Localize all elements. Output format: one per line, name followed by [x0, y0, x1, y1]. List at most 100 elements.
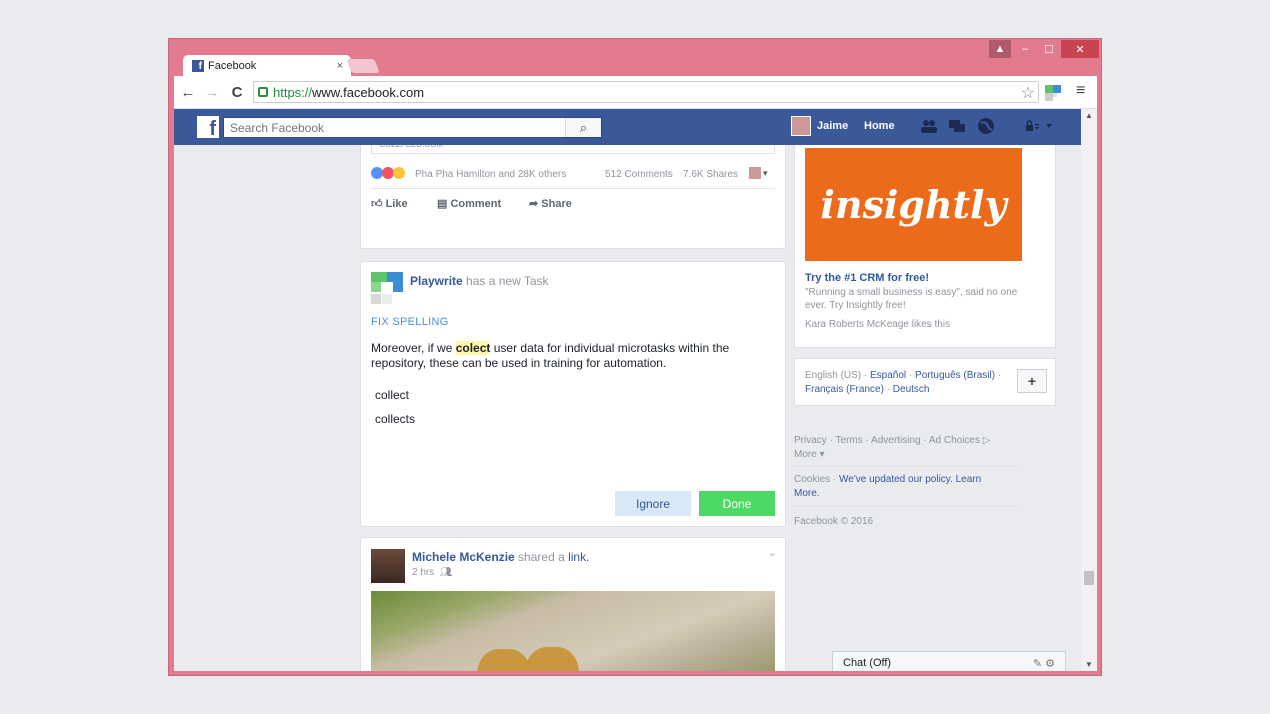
author-name[interactable]: Michele McKenzie: [412, 550, 515, 564]
bookmark-star-icon[interactable]: ☆: [1021, 83, 1035, 103]
share-label: Share: [541, 198, 572, 210]
task-card: Playwrite has a new Task FIX SPELLING Mo…: [360, 261, 786, 527]
browser-tab[interactable]: f Facebook ×: [183, 55, 351, 77]
ad-image[interactable]: insightly: [805, 148, 1022, 261]
scroll-down-icon[interactable]: ▼: [1085, 660, 1093, 669]
lion-shape: [525, 647, 579, 671]
app-name[interactable]: Playwrite: [410, 274, 463, 288]
language-link[interactable]: Português (Brasil): [915, 370, 995, 381]
shares-count[interactable]: 7.6K Shares: [683, 169, 738, 180]
suggestion-option[interactable]: collect: [375, 388, 409, 402]
scroll-up-icon[interactable]: ▲: [1085, 111, 1093, 120]
language-box: English (US) · Español · Português (Bras…: [794, 358, 1056, 406]
language-link[interactable]: Français (France): [805, 384, 884, 395]
like-label: Like: [385, 198, 408, 210]
like-button[interactable]: 👍︎ Like: [371, 197, 408, 210]
post-card-michele: Michele McKenzie shared a link. 2 hrs 👥︎…: [360, 537, 786, 671]
messages-icon[interactable]: [948, 117, 966, 135]
post-photo[interactable]: [371, 591, 775, 671]
search-input[interactable]: [224, 120, 565, 135]
home-link[interactable]: Home: [864, 120, 895, 132]
ad-description: "Running a small business is easy", said…: [805, 287, 1018, 311]
separator: ·: [995, 370, 1002, 381]
reaction-icons: [371, 167, 405, 179]
separator: ·: [906, 370, 916, 381]
minimize-button[interactable]: –: [1015, 40, 1035, 58]
language-list: English (US) · Español · Português (Bras…: [805, 369, 1017, 397]
facebook-logo[interactable]: f: [197, 116, 219, 139]
ignore-button[interactable]: Ignore: [615, 491, 691, 516]
post-card-buzzfeed: BUZZFEED.COM Pha Pha Hamilton and 28K ot…: [360, 145, 786, 249]
url-host: www.facebook.com: [312, 84, 425, 100]
separator: ·: [883, 384, 893, 395]
divider: [794, 506, 1018, 507]
user-profile-icon[interactable]: ▲: [989, 40, 1011, 58]
tab-title: Facebook: [208, 60, 257, 72]
post-time[interactable]: 2 hrs 👥︎: [412, 567, 453, 578]
language-link[interactable]: Español: [870, 370, 906, 381]
close-tab-icon[interactable]: ×: [337, 60, 343, 72]
chat-bar[interactable]: Chat (Off) ✎ ⚙: [832, 651, 1066, 671]
done-button[interactable]: Done: [699, 491, 775, 516]
comments-count[interactable]: 512 Comments: [605, 169, 673, 180]
link-source: BUZZFEED.COM: [371, 145, 775, 154]
avatar[interactable]: [749, 167, 761, 179]
address-bar[interactable]: https:// www.facebook.com ☆: [253, 81, 1039, 103]
task-heading: FIX SPELLING: [371, 316, 449, 328]
avatar[interactable]: [791, 116, 811, 136]
browser-window: ▲ – ☐ ✕ f Facebook × ← → C https:// www.…: [168, 38, 1102, 676]
facebook-header: f ⌕ Jaime Home: [174, 109, 1081, 145]
scroll-thumb[interactable]: [1084, 571, 1094, 585]
browser-menu-icon[interactable]: ≡: [1076, 82, 1085, 100]
forward-button[interactable]: →: [202, 82, 222, 102]
comment-label: Comment: [450, 198, 502, 210]
url-scheme: https://: [273, 84, 313, 100]
cookies-link[interactable]: Cookies ·: [794, 474, 839, 485]
close-window-button[interactable]: ✕: [1061, 40, 1099, 58]
task-header-suffix: has a new Task: [466, 274, 549, 288]
profile-link[interactable]: Jaime: [817, 120, 848, 132]
privacy-lock-icon[interactable]: [1024, 117, 1056, 135]
post-author-line: Michele McKenzie shared a link.: [412, 550, 589, 564]
facebook-favicon-icon: f: [192, 60, 204, 72]
news-feed: BUZZFEED.COM Pha Pha Hamilton and 28K ot…: [174, 145, 1081, 671]
new-tab-button[interactable]: [346, 59, 380, 73]
cookies-notice: Cookies · We've updated our policy. Lear…: [794, 473, 1004, 501]
sponsored-ad: insightly Try the #1 CRM for free! "Runn…: [794, 145, 1056, 348]
notifications-globe-icon[interactable]: [977, 117, 995, 135]
share-button[interactable]: ➦ Share: [529, 197, 572, 210]
footer-links[interactable]: Privacy · Terms · Advertising · Ad Choic…: [794, 434, 990, 448]
maximize-button[interactable]: ☐: [1039, 40, 1059, 58]
scrollbar[interactable]: ▲ ▼: [1081, 109, 1097, 671]
chat-settings-icon[interactable]: ✎ ⚙: [1033, 657, 1055, 670]
search-icon[interactable]: ⌕: [565, 118, 601, 137]
add-language-button[interactable]: +: [1017, 369, 1047, 393]
avatar[interactable]: [371, 549, 405, 583]
post-time-label: 2 hrs: [412, 567, 435, 578]
language-link[interactable]: Deutsch: [893, 384, 930, 395]
ad-social-context: Kara Roberts McKeage likes this: [805, 319, 951, 330]
divider: [371, 188, 775, 189]
chat-label: Chat (Off): [843, 657, 892, 669]
task-text-before: Moreover, if we: [371, 341, 456, 355]
browser-toolbar: ← → C https:// www.facebook.com ☆ ≡: [174, 76, 1097, 109]
task-text: Moreover, if we colect user data for ind…: [371, 341, 771, 371]
policy-update-text: We've updated our policy.: [839, 474, 953, 485]
search-box[interactable]: ⌕: [223, 117, 602, 138]
chevron-down-icon[interactable]: ⌄: [768, 546, 777, 559]
current-language: English (US) ·: [805, 370, 871, 381]
back-button[interactable]: ←: [178, 82, 198, 102]
footer-more-link[interactable]: More ▾: [794, 448, 825, 462]
friend-requests-icon[interactable]: [920, 117, 938, 135]
divider: [794, 466, 1018, 467]
reload-button[interactable]: C: [227, 82, 247, 102]
comment-button[interactable]: ▤ Comment: [437, 197, 501, 210]
chevron-down-icon[interactable]: ▾: [763, 168, 768, 179]
reactions-summary[interactable]: Pha Pha Hamilton and 28K others: [415, 169, 566, 180]
suggestion-option[interactable]: collects: [375, 412, 415, 426]
playwrite-extension-icon[interactable]: [1045, 85, 1061, 101]
link-text[interactable]: link.: [568, 550, 589, 564]
misspelled-word[interactable]: colect: [455, 341, 491, 355]
ad-title[interactable]: Try the #1 CRM for free!: [805, 272, 929, 284]
shared-text: shared a: [518, 550, 565, 564]
